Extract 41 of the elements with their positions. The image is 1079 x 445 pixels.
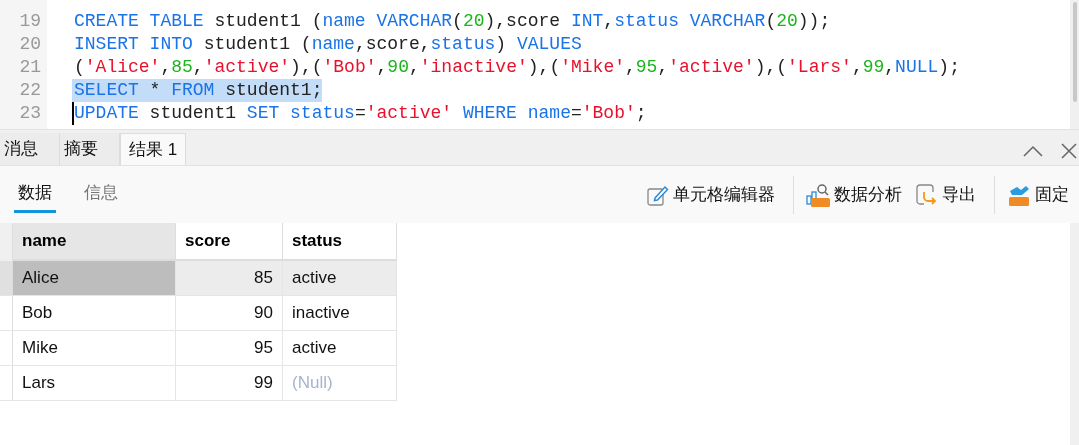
chart-search-icon (806, 182, 830, 207)
toolbar-button[interactable]: 固定 (1003, 181, 1073, 208)
toolbar-button[interactable]: 导出 (912, 181, 980, 208)
result-tab[interactable]: 消息 (0, 133, 60, 165)
toolbar-button[interactable]: 单元格编辑器 (643, 181, 779, 208)
sub-tab[interactable]: 数据 (14, 176, 56, 213)
table-cell: Mike (13, 331, 176, 365)
table-cell: 85 (176, 261, 283, 295)
table-cell: active (283, 261, 397, 295)
line-number: 21 (19, 56, 41, 79)
column-header[interactable]: score (176, 223, 283, 261)
table-cell: 99 (176, 366, 283, 400)
result-tab[interactable]: 结果 1 (120, 133, 187, 165)
close-icon[interactable] (1061, 143, 1077, 159)
code-line: CREATE TABLE student1 (name VARCHAR(20),score INT,status VARCHAR(20)); (73, 10, 831, 33)
result-tab[interactable]: 摘要 (60, 133, 120, 165)
column-header[interactable]: status (283, 223, 397, 261)
line-number: 19 (19, 10, 41, 33)
line-number: 23 (19, 102, 41, 125)
table-cell: active (283, 331, 397, 365)
scrollbar[interactable] (1070, 0, 1079, 129)
row-header[interactable] (0, 261, 13, 295)
line-number: 20 (19, 33, 41, 56)
table-cell: Bob (13, 296, 176, 330)
table-cell: 90 (176, 296, 283, 330)
table-cell: (Null) (283, 366, 397, 400)
code-line: UPDATE student1 SET status='active' WHERE name='Bob'; (72, 102, 647, 125)
table-cell: Lars (13, 366, 176, 400)
toolbar-button[interactable]: 数据分析 (802, 181, 906, 208)
table-cell: 95 (176, 331, 283, 365)
code-editor[interactable] (0, 0, 1079, 130)
sub-tab[interactable]: 信息 (80, 176, 122, 213)
pencil-icon (647, 183, 669, 206)
code-line: INSERT INTO student1 (name,score,status) VALUES (73, 33, 582, 56)
export-icon (916, 183, 938, 206)
collapse-icon[interactable] (1023, 145, 1043, 157)
line-number: 22 (19, 79, 41, 102)
table-cell: inactive (283, 296, 397, 330)
code-line: ('Alice',85,'active'),('Bob',90,'inactive'),('Mike',95,'active'),('Lars',99,NULL); (73, 56, 960, 79)
column-header[interactable]: name (13, 223, 176, 261)
table-cell: Alice (13, 261, 176, 295)
